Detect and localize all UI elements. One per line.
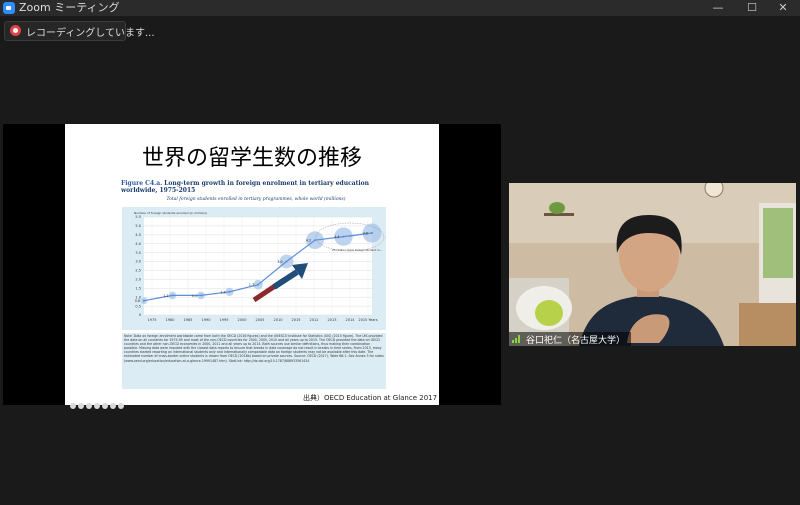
participant-video[interactable]: [509, 183, 796, 346]
data-point: [228, 290, 231, 293]
x-tick-label: 1995: [220, 318, 229, 322]
y-tick-label: 5.5: [135, 215, 141, 219]
recording-indicator[interactable]: レコーディングしています...: [4, 21, 155, 41]
data-label: 3.0: [277, 260, 282, 264]
maximize-button[interactable]: ☐: [735, 0, 769, 16]
data-label: 4.4: [334, 235, 339, 239]
y-tick-label: 5.0: [135, 224, 141, 228]
x-tick-label: 2015: [292, 318, 301, 322]
figure-notes: Note: Data on foreign enrolment worldwid…: [122, 333, 386, 389]
x-tick-label: 2012: [310, 318, 319, 322]
annotation-text: 25 million more foreign student in...: [332, 248, 382, 252]
nav-dot[interactable]: [94, 403, 100, 409]
nav-dot[interactable]: [86, 403, 92, 409]
x-tick-label: 2015 Years: [358, 318, 377, 322]
title-bar: Zoom ミーティング — ☐ ✕: [0, 0, 800, 16]
nav-dot[interactable]: [110, 403, 116, 409]
zoom-logo-icon: [3, 2, 15, 14]
y-tick-label: 3.5: [135, 251, 141, 255]
y-tick-label: 2.5: [135, 269, 141, 273]
recording-icon: [10, 25, 21, 36]
slide-title: 世界の留学生数の推移: [141, 146, 362, 171]
presentation-slide: 世界の留学生数の推移 Figure C4.a. Long-term growth…: [65, 124, 439, 409]
nav-dot[interactable]: [102, 403, 108, 409]
data-point: [200, 294, 202, 297]
audio-signal-icon: [512, 335, 522, 343]
figure-heading: Figure C4.a. Long-term growth in foreign…: [121, 180, 391, 194]
data-label: 4.2: [306, 239, 311, 243]
data-point: [171, 294, 174, 297]
x-tick-label: 1985: [184, 318, 193, 322]
chart-svg: 00.51.01.52.02.53.03.54.04.55.05.51975 19…: [134, 211, 385, 322]
y-axis-caption: Number of foreign students enrolled (in …: [134, 211, 207, 215]
chart-panel: 0 0.5 1.0 1.5 2.0 2.5 3.0 3.5 4.0 4.5 5.0 5.5 1975 19…: [122, 207, 386, 330]
figure-label: Figure C4.a.: [121, 180, 163, 187]
x-tick-label: 1975: [148, 318, 157, 322]
nav-dot[interactable]: [118, 403, 124, 409]
window-title: Zoom ミーティング: [19, 1, 120, 14]
nav-dot[interactable]: [78, 403, 84, 409]
data-point: [342, 235, 345, 238]
y-tick-label: 0.5: [135, 304, 141, 308]
close-button[interactable]: ✕: [766, 0, 800, 16]
y-tick-label: 4.0: [135, 242, 141, 246]
data-point: [257, 283, 259, 286]
slide-nav-dots: [70, 394, 126, 409]
x-tick-label: 2013: [328, 318, 337, 322]
x-tick-label: 1980: [166, 318, 175, 322]
y-tick-label: 4.5: [135, 233, 141, 237]
participant-name-tag: 谷口祀仁（名古屋大学）: [509, 332, 632, 346]
video-frame: [509, 183, 796, 346]
x-tick-label: 2005: [256, 318, 265, 322]
x-tick-label: 2000: [238, 318, 247, 322]
data-point: [314, 239, 316, 242]
data-label: 1.3: [220, 290, 225, 294]
data-label: 1.7: [249, 283, 254, 287]
figure-subtitle: Total foreign students enrolled in terti…: [166, 197, 346, 202]
data-point: [143, 299, 145, 302]
participant-name: 谷口祀仁（名古屋大学）: [526, 335, 626, 346]
y-tick-label: 1.5: [135, 286, 141, 290]
data-label: 1.1: [192, 294, 197, 298]
data-point: [285, 260, 288, 263]
x-tick-label: 1990: [202, 318, 211, 322]
data-label: 1.1: [163, 294, 168, 298]
x-tick-label: 2010: [274, 318, 283, 322]
source-credit: 出典）OECD Education at Glance 2017: [303, 394, 438, 402]
recording-label: レコーディングしています...: [26, 28, 155, 39]
y-tick-label: 2.0: [135, 278, 141, 282]
y-tick-label: 3.0: [135, 260, 141, 264]
y-tick-label: 0: [139, 313, 141, 317]
data-label: 0.8: [135, 299, 140, 303]
minimize-button[interactable]: —: [701, 0, 735, 16]
nav-dot[interactable]: [70, 403, 76, 409]
x-tick-label: 2014: [346, 318, 356, 322]
